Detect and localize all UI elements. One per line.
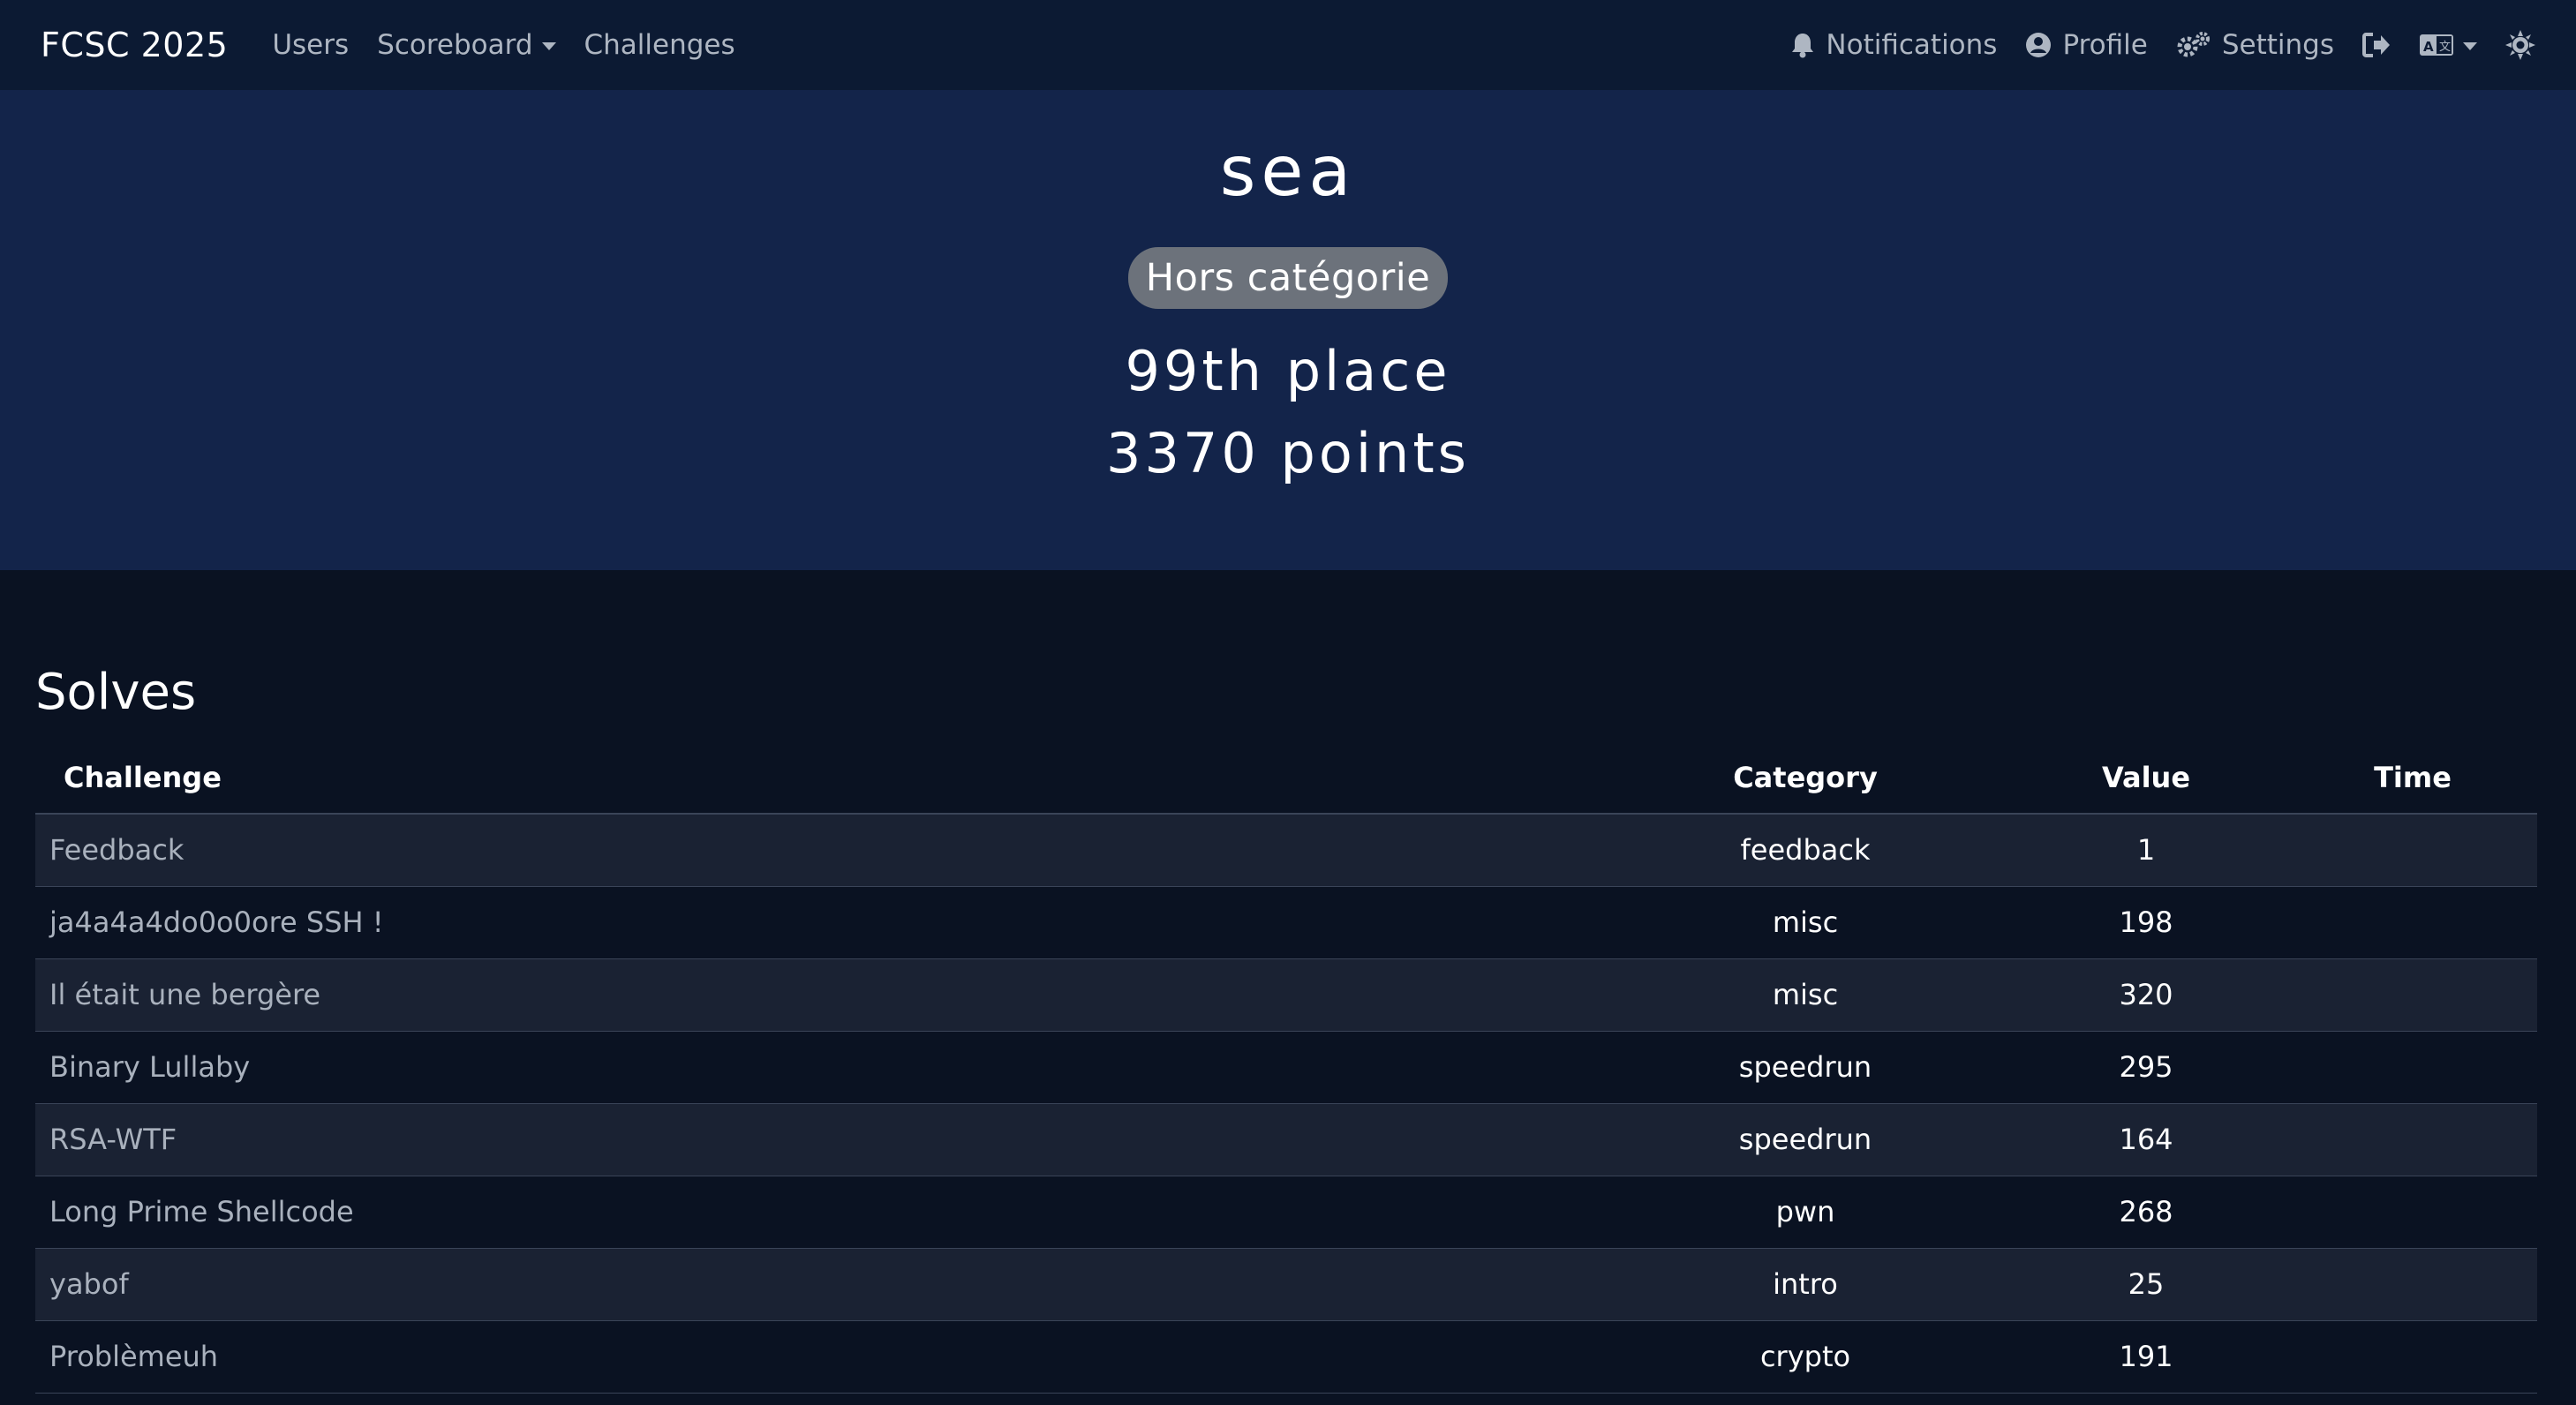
category-cell: pwn bbox=[1607, 1176, 2004, 1249]
table-row: Problèmeuh crypto 191 bbox=[35, 1320, 2537, 1394]
category-cell: misc bbox=[1607, 958, 2004, 1032]
theme-toggle-button[interactable] bbox=[2505, 30, 2535, 60]
category-cell: feedback bbox=[1607, 814, 2004, 887]
bell-icon bbox=[1790, 32, 1815, 58]
time-cell bbox=[2288, 1176, 2537, 1249]
challenge-link[interactable]: Binary Lullaby bbox=[35, 1031, 1607, 1104]
profile-header: sea Hors catégorie 99th place 3370 point… bbox=[0, 90, 2576, 570]
category-cell: misc bbox=[1607, 886, 2004, 959]
table-header-row: Challenge Category Value Time bbox=[35, 741, 2537, 815]
challenge-link[interactable]: ja4a4a4do0o0ore SSH ! bbox=[35, 886, 1607, 959]
time-cell bbox=[2288, 886, 2537, 959]
language-icon: A 文 bbox=[2419, 33, 2454, 57]
header-time[interactable]: Time bbox=[2288, 741, 2537, 815]
table-row: Long Prime Shellcode pwn 268 bbox=[35, 1176, 2537, 1249]
category-cell: crypto bbox=[1607, 1320, 2004, 1394]
nav-challenges[interactable]: Challenges bbox=[584, 29, 735, 61]
header-value[interactable]: Value bbox=[2004, 741, 2288, 815]
table-row: Feedback feedback 1 bbox=[35, 814, 2537, 887]
nav-profile[interactable]: Profile bbox=[2025, 29, 2148, 61]
table-row: ja4a4a4do0o0ore SSH ! misc 198 bbox=[35, 886, 2537, 959]
user-points: 3370 points bbox=[1106, 421, 1470, 485]
nav-scoreboard-dropdown[interactable]: Scoreboard bbox=[377, 29, 556, 61]
time-cell bbox=[2288, 1103, 2537, 1176]
user-name: sea bbox=[1219, 132, 1357, 212]
theme-toggle-icon bbox=[2505, 30, 2535, 60]
bracket-badge: Hors catégorie bbox=[1127, 247, 1449, 309]
nav-profile-label: Profile bbox=[2062, 29, 2148, 61]
language-dropdown[interactable]: A 文 bbox=[2419, 33, 2477, 57]
svg-text:文: 文 bbox=[2439, 41, 2451, 54]
brand-link[interactable]: FCSC 2025 bbox=[41, 26, 228, 64]
table-row: Binary Lullaby speedrun 295 bbox=[35, 1031, 2537, 1104]
nav-users[interactable]: Users bbox=[272, 29, 349, 61]
challenge-link[interactable]: Long Prime Shellcode bbox=[35, 1176, 1607, 1249]
solves-table: Challenge Category Value Time Feedback f… bbox=[35, 741, 2537, 1394]
logout-icon bbox=[2362, 32, 2391, 58]
value-cell: 1 bbox=[2004, 814, 2288, 887]
header-challenge[interactable]: Challenge bbox=[35, 741, 1607, 815]
category-cell: speedrun bbox=[1607, 1031, 2004, 1104]
top-navbar: FCSC 2025 Users Scoreboard Challenges No… bbox=[0, 0, 2576, 90]
value-cell: 198 bbox=[2004, 886, 2288, 959]
user-circle-icon bbox=[2025, 32, 2052, 58]
table-row: Il était une bergère misc 320 bbox=[35, 958, 2537, 1032]
nav-right-group: Notifications Profile Settings A 文 bbox=[1762, 29, 2535, 61]
nav-settings-label: Settings bbox=[2221, 29, 2334, 61]
header-category[interactable]: Category bbox=[1607, 741, 2004, 815]
chevron-down-icon bbox=[2463, 41, 2477, 50]
time-cell bbox=[2288, 814, 2537, 887]
gears-icon bbox=[2176, 31, 2211, 59]
user-place: 99th place bbox=[1125, 339, 1451, 403]
value-cell: 295 bbox=[2004, 1031, 2288, 1104]
value-cell: 268 bbox=[2004, 1176, 2288, 1249]
value-cell: 164 bbox=[2004, 1103, 2288, 1176]
nav-notifications-label: Notifications bbox=[1826, 29, 1998, 61]
challenge-link[interactable]: Feedback bbox=[35, 814, 1607, 887]
challenge-link[interactable]: Il était une bergère bbox=[35, 958, 1607, 1032]
value-cell: 320 bbox=[2004, 958, 2288, 1032]
time-cell bbox=[2288, 958, 2537, 1032]
category-cell: speedrun bbox=[1607, 1103, 2004, 1176]
time-cell bbox=[2288, 1248, 2537, 1321]
value-cell: 25 bbox=[2004, 1248, 2288, 1321]
table-row: RSA-WTF speedrun 164 bbox=[35, 1103, 2537, 1176]
badge-wrapper: Hors catégorie bbox=[0, 247, 2576, 309]
nav-notifications[interactable]: Notifications bbox=[1790, 29, 1997, 61]
svg-text:A: A bbox=[2423, 39, 2434, 55]
time-cell bbox=[2288, 1320, 2537, 1394]
challenge-link[interactable]: yabof bbox=[35, 1248, 1607, 1321]
category-cell: intro bbox=[1607, 1248, 2004, 1321]
nav-settings[interactable]: Settings bbox=[2176, 29, 2334, 61]
table-row: yabof intro 25 bbox=[35, 1248, 2537, 1321]
challenge-link[interactable]: RSA-WTF bbox=[35, 1103, 1607, 1176]
solves-heading: Solves bbox=[35, 664, 197, 721]
chevron-down-icon bbox=[541, 41, 556, 50]
time-cell bbox=[2288, 1031, 2537, 1104]
logout-button[interactable] bbox=[2362, 32, 2391, 58]
challenge-link[interactable]: Problèmeuh bbox=[35, 1320, 1607, 1394]
value-cell: 191 bbox=[2004, 1320, 2288, 1394]
nav-scoreboard-label: Scoreboard bbox=[377, 29, 533, 61]
